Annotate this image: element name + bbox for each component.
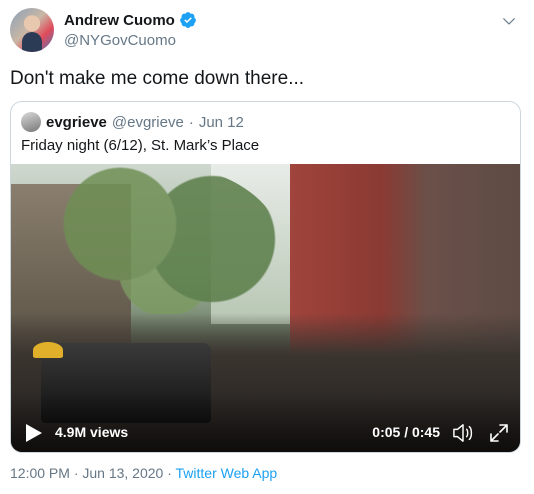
quoted-tweet[interactable]: evgrieve @evgrieve · Jun 12 Friday night… xyxy=(10,101,521,453)
tweet-timestamp[interactable]: 12:00 PM · Jun 13, 2020 xyxy=(10,465,163,481)
quoted-tweet-header: evgrieve @evgrieve · Jun 12 xyxy=(21,112,244,132)
verified-badge-icon xyxy=(179,12,196,28)
video-player[interactable]: 4.9M views 0:05 / 0:45 xyxy=(11,164,520,452)
video-controls: 4.9M views 0:05 / 0:45 xyxy=(11,405,520,452)
tweet-source-app[interactable]: Twitter Web App xyxy=(176,465,278,481)
avatar[interactable] xyxy=(10,8,54,52)
chevron-down-icon[interactable] xyxy=(500,12,518,30)
quoted-separator: · xyxy=(188,113,194,131)
video-time: 0:05 / 0:45 xyxy=(372,424,440,440)
video-frame-hat xyxy=(33,342,63,358)
meta-separator: · xyxy=(167,465,172,481)
quoted-avatar xyxy=(21,112,41,132)
author-name-row: Andrew Cuomo xyxy=(64,11,197,29)
quoted-date: Jun 12 xyxy=(198,113,244,131)
video-view-count: 4.9M views xyxy=(55,424,129,440)
author-display-name[interactable]: Andrew Cuomo xyxy=(64,12,175,29)
volume-icon[interactable] xyxy=(452,423,474,443)
quoted-tweet-text: Friday night (6/12), St. Mark’s Place xyxy=(21,137,260,154)
tweet-meta: 12:00 PM · Jun 13, 2020 · Twitter Web Ap… xyxy=(10,465,277,481)
quoted-author-handle: @evgrieve xyxy=(111,113,184,131)
tweet-text: Don't make me come down there... xyxy=(10,68,305,89)
quoted-author-name: evgrieve xyxy=(46,113,107,131)
fullscreen-icon[interactable] xyxy=(490,424,508,442)
author-block: Andrew Cuomo @NYGovCuomo xyxy=(64,11,197,49)
author-handle[interactable]: @NYGovCuomo xyxy=(64,32,197,49)
play-icon[interactable] xyxy=(25,423,43,443)
